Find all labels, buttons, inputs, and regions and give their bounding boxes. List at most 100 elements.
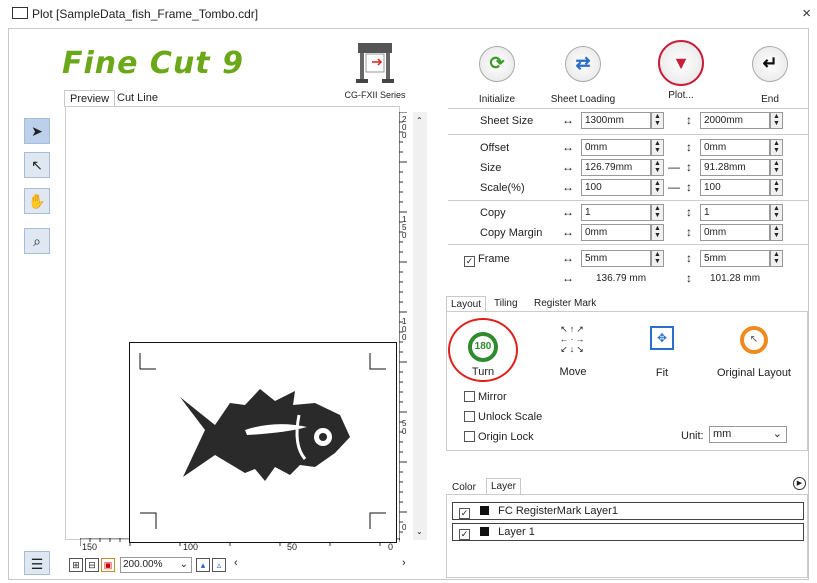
node-tool-button[interactable]: ↖	[24, 152, 50, 178]
scale-y-field[interactable]: 100	[700, 179, 770, 196]
layer-row[interactable]: ✓ FC RegisterMark Layer1	[452, 502, 804, 520]
split-view-icon[interactable]: ⊟	[85, 558, 99, 572]
vertical-scrollbar[interactable]: ⌃ ⌄	[413, 112, 427, 540]
vertical-arrow-icon: ↕	[686, 251, 692, 265]
zoom-out-icon[interactable]: ▵	[212, 558, 226, 572]
plot-button[interactable]: ▼ Plot...	[636, 40, 726, 101]
window-app-icon	[12, 7, 28, 19]
tab-register-mark[interactable]: Register Mark	[530, 296, 600, 312]
select-tool-button[interactable]: ➤	[24, 118, 50, 144]
unit-select[interactable]: mm ⌄	[709, 426, 787, 443]
scroll-left-icon[interactable]: ‹	[234, 557, 238, 569]
layer-visible-checkbox[interactable]: ✓	[459, 529, 470, 540]
scale-y-stepper[interactable]: ▲ ▼	[770, 179, 783, 196]
hand-icon: ✋	[28, 193, 46, 209]
vertical-arrow-icon: ↕	[686, 225, 692, 239]
divider	[448, 134, 808, 135]
horizontal-arrow-icon: ↔	[562, 180, 574, 194]
original-layout-icon: ↖	[740, 326, 768, 354]
frame-x-field[interactable]: 5mm	[581, 250, 651, 267]
unlock-scale-checkbox[interactable]: Unlock Scale	[464, 411, 542, 423]
media-sheet[interactable]	[129, 342, 397, 543]
layer-name: Layer 1	[498, 526, 535, 538]
zoom-value: 200.00%	[123, 559, 163, 570]
tab-layer[interactable]: Layer	[486, 478, 522, 494]
finecut-logo: Fine Cut 9	[62, 46, 244, 81]
size-label: Size	[480, 162, 502, 174]
initialize-button[interactable]: ⟳ Initialize	[452, 46, 542, 105]
copy-x-stepper[interactable]: ▲ ▼	[651, 204, 664, 221]
fit-button[interactable]: ✥ Fit	[622, 326, 702, 379]
size-x-field[interactable]: 126.79mm	[581, 159, 651, 176]
zoom-in-icon[interactable]: ▴	[196, 558, 210, 572]
copy-margin-x-stepper[interactable]: ▲ ▼	[651, 224, 664, 241]
sheet-loading-button[interactable]: ⇄ Sheet Loading	[538, 46, 628, 105]
frame-y-field[interactable]: 5mm	[700, 250, 770, 267]
frame-row: ✓ Frame ↔ 5mm ▲ ▼ ↕ 5mm ▲ ▼	[448, 250, 808, 270]
vertical-arrow-icon: ↕	[686, 140, 692, 154]
scroll-down-icon[interactable]: ⌄	[416, 527, 423, 536]
scale-x-stepper[interactable]: ▲ ▼	[651, 179, 664, 196]
offset-x-field[interactable]: 0mm	[581, 139, 651, 156]
size-y-field[interactable]: 91.28mm	[700, 159, 770, 176]
tab-layout[interactable]: Layout	[446, 296, 487, 312]
offset-y-stepper[interactable]: ▲ ▼	[770, 139, 783, 156]
copy-margin-row: Copy Margin ↔ 0mm ▲ ▼ ↕ 0mm ▲ ▼	[448, 224, 808, 244]
layer-row[interactable]: ✓ Layer 1	[452, 523, 804, 541]
zoom-select[interactable]: 200.00% ⌄	[120, 557, 192, 573]
zoom-tool-button[interactable]: ⌕	[24, 228, 50, 254]
scroll-up-icon[interactable]: ⌃	[416, 116, 423, 125]
move-button[interactable]: ↖↑↗ ←·→ ↙↓↘ Move	[533, 324, 613, 378]
original-layout-button[interactable]: ↖ Original Layout	[714, 326, 794, 379]
copy-label: Copy	[480, 207, 506, 219]
tab-tiling[interactable]: Tiling	[490, 296, 522, 312]
tab-preview[interactable]: Preview	[64, 90, 116, 107]
frame-y-stepper[interactable]: ▲ ▼	[770, 250, 783, 267]
copy-margin-y-field[interactable]: 0mm	[700, 224, 770, 241]
sheet-width-stepper[interactable]: ▲ ▼	[651, 112, 664, 129]
turn-button[interactable]: 180 Turn	[443, 318, 523, 382]
origin-lock-checkbox[interactable]: Origin Lock	[464, 431, 534, 443]
size-y-stepper[interactable]: ▲ ▼	[770, 159, 783, 176]
swap-arrows-icon: ⇄	[565, 46, 601, 82]
layer-visible-checkbox[interactable]: ✓	[459, 508, 470, 519]
copy-margin-y-stepper[interactable]: ▲ ▼	[770, 224, 783, 241]
frame-checkbox[interactable]: ✓ Frame	[464, 253, 510, 267]
vertical-arrow-icon: ↕	[686, 160, 692, 174]
offset-x-stepper[interactable]: ▲ ▼	[651, 139, 664, 156]
hand-tool-button[interactable]: ✋	[24, 188, 50, 214]
horizontal-arrow-icon: ↔	[562, 271, 574, 285]
sheet-height-field[interactable]: 2000mm	[700, 112, 770, 129]
device-area: CG-FXII Series	[330, 40, 420, 100]
end-button[interactable]: ↵ End	[725, 46, 815, 105]
copy-y-field[interactable]: 1	[700, 204, 770, 221]
ruler-label-150: 150	[402, 215, 407, 240]
scale-x-field[interactable]: 100	[581, 179, 651, 196]
pointer-icon: ↖	[31, 157, 43, 173]
list-view-button[interactable]: ☰	[24, 551, 50, 575]
fit-page-icon[interactable]: ▣	[101, 558, 115, 572]
copy-margin-x-field[interactable]: 0mm	[581, 224, 651, 241]
grid-view-icon[interactable]: ⊞	[69, 558, 83, 572]
rotate-180-icon: 180	[468, 332, 498, 362]
scale-row: Scale(%) ↔ 100 ▲ ▼ — ↕ 100 ▲ ▼	[448, 179, 808, 199]
expand-circle-icon[interactable]: ▶	[793, 477, 806, 490]
close-icon[interactable]: ×	[802, 5, 811, 22]
offset-y-field[interactable]: 0mm	[700, 139, 770, 156]
chevron-down-icon: ⌄	[772, 428, 782, 440]
vertical-arrow-icon: ↕	[686, 205, 692, 219]
sheet-width-field[interactable]: 1300mm	[581, 112, 651, 129]
chevron-down-icon: ⌄	[179, 559, 188, 570]
mirror-checkbox[interactable]: Mirror	[464, 391, 507, 403]
unlock-scale-label: Unlock Scale	[478, 411, 543, 423]
link-dash-icon: —	[668, 160, 680, 174]
horizontal-arrow-icon: ↔	[562, 160, 574, 174]
frame-x-stepper[interactable]: ▲ ▼	[651, 250, 664, 267]
size-x-stepper[interactable]: ▲ ▼	[651, 159, 664, 176]
ruler-label-200: 200	[402, 115, 407, 140]
copy-x-field[interactable]: 1	[581, 204, 651, 221]
copy-y-stepper[interactable]: ▲ ▼	[770, 204, 783, 221]
scroll-right-icon[interactable]: ›	[402, 557, 406, 569]
tab-cut-line[interactable]: Cut Line	[112, 90, 163, 107]
sheet-height-stepper[interactable]: ▲ ▼	[770, 112, 783, 129]
